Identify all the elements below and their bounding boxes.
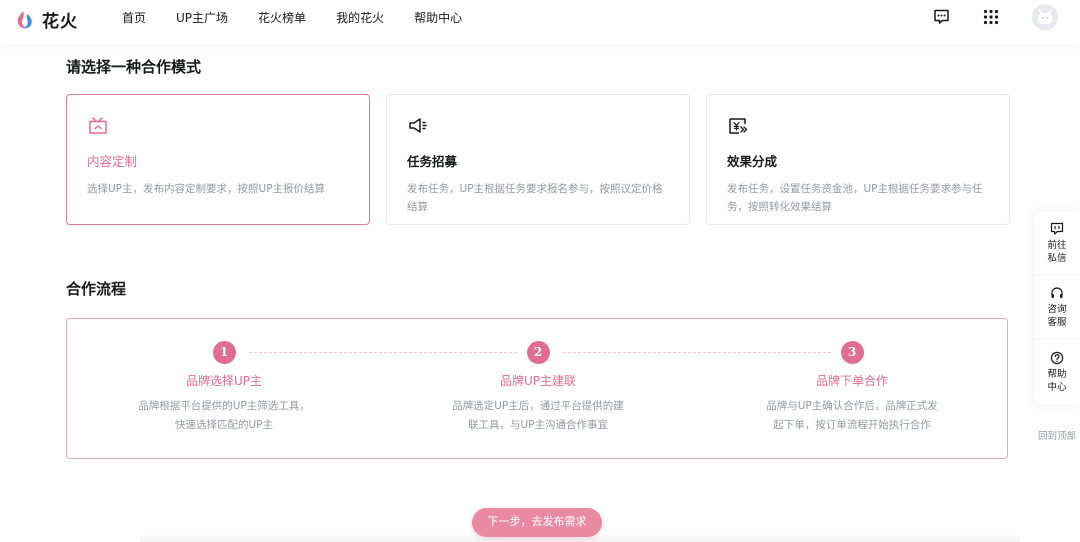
step-number-badge: 1	[212, 341, 236, 364]
apps-grid-icon	[983, 9, 999, 25]
side-item-label: 帮助中心	[1047, 368, 1067, 393]
mode-card-performance-share[interactable]: 效果分成 发布任务，设置任务资金池，UP主根据任务要求参与任务，按照转化效果结算	[706, 94, 1010, 225]
apps-button[interactable]	[978, 4, 1004, 30]
side-item-customer-service[interactable]: 咨询客服	[1034, 276, 1080, 340]
flow-step: 1 品牌选择UP主 品牌根据平台提供的UP主筛选工具， 快速选择匹配的UP主	[114, 341, 334, 435]
message-button[interactable]	[928, 4, 954, 30]
card-description: 发布任务，设置任务资金池，UP主根据任务要求参与任务，按照转化效果结算	[727, 183, 983, 213]
step-description-line: 品牌选定UP主后，通过平台提供的建	[452, 400, 624, 412]
card-description: 选择UP主，发布内容定制要求，按照UP主报价结算	[87, 183, 326, 195]
side-item-label: 咨询客服	[1047, 304, 1067, 328]
chat-icon	[1050, 222, 1064, 235]
mode-card-task-recruit[interactable]: 任务招募 发布任务，UP主根据任务要求报名参与，按照议定价格结算	[386, 94, 690, 225]
side-item-label: 前往私信	[1047, 240, 1067, 264]
main-nav: 首页 UP主广场 花火榜单 我的花火 帮助中心	[106, 0, 492, 34]
header-actions	[928, 4, 1058, 30]
flame-logo-icon	[17, 10, 32, 28]
step-description-line: 起下单，按订单流程开始执行合作	[773, 419, 931, 431]
tv-icon	[89, 117, 107, 134]
step-number-badge: 3	[840, 341, 864, 364]
question-icon	[1050, 351, 1064, 364]
step-number-badge: 2	[526, 341, 550, 364]
step-description: 品牌与UP主确认合作后，品牌正式发 起下单，按订单流程开始执行合作	[742, 397, 962, 435]
mode-card-content-custom[interactable]: 内容定制 选择UP主，发布内容定制要求，按照UP主报价结算	[66, 94, 370, 225]
step-title: 品牌下单合作	[815, 374, 888, 388]
flow-step: 3 品牌下单合作 品牌与UP主确认合作后，品牌正式发 起下单，按订单流程开始执行…	[742, 341, 962, 435]
nav-item-home[interactable]: 首页	[122, 9, 146, 26]
flow-step: 2 品牌UP主建联 品牌选定UP主后，通过平台提供的建 联工具，与UP主沟通合作…	[428, 341, 648, 435]
step-description-line: 品牌根据平台提供的UP主筛选工具，	[138, 400, 310, 412]
nav-item-help-center[interactable]: 帮助中心	[414, 9, 462, 26]
step-description-line: 品牌与UP主确认合作后，品牌正式发	[766, 400, 938, 412]
card-title: 任务招募	[407, 154, 458, 169]
step-description: 品牌选定UP主后，通过平台提供的建 联工具，与UP主沟通合作事宜	[428, 397, 648, 435]
step-title: 品牌UP主建联	[499, 374, 577, 388]
card-description: 发布任务，UP主根据任务要求报名参与，按照议定价格结算	[407, 183, 663, 213]
nav-item-rankings[interactable]: 花火榜单	[258, 9, 306, 26]
step-description: 品牌根据平台提供的UP主筛选工具， 快速选择匹配的UP主	[114, 397, 334, 435]
card-title: 效果分成	[727, 154, 778, 169]
flow-section-title: 合作流程	[66, 280, 127, 298]
brand-name: 花火	[42, 12, 78, 32]
step-title: 品牌选择UP主	[185, 374, 263, 388]
nav-item-my-huahuo[interactable]: 我的花火	[336, 9, 384, 26]
yen-icon	[729, 118, 748, 134]
page: 花火 首页 UP主广场 花火榜单 我的花火 帮助中心 请选择一种合作模式 内容定…	[0, 0, 1080, 542]
card-title: 内容定制	[87, 154, 138, 169]
message-icon	[933, 9, 949, 24]
megaphone-icon	[409, 118, 427, 133]
top-navigation-bar: 花火 首页 UP主广场 花火榜单 我的花火 帮助中心	[0, 0, 1080, 44]
avatar[interactable]	[1032, 4, 1058, 30]
side-toolbar: 前往私信 咨询客服 帮助中心	[1034, 212, 1080, 404]
step-description-line: 快速选择匹配的UP主	[174, 419, 274, 431]
cooperation-flow: 1 品牌选择UP主 品牌根据平台提供的UP主筛选工具， 快速选择匹配的UP主 2…	[66, 318, 1008, 459]
logo[interactable]: 花火	[14, 7, 78, 32]
step-description-line: 联工具，与UP主沟通合作事宜	[467, 419, 609, 431]
mode-section-title: 请选择一种合作模式	[66, 58, 202, 76]
headset-icon	[1051, 287, 1063, 298]
next-step-button[interactable]: 下一步，去发布需求	[472, 508, 602, 537]
back-to-top-link[interactable]: 回到顶部	[1038, 428, 1076, 442]
nav-item-up-square[interactable]: UP主广场	[176, 9, 228, 26]
user-avatar-icon	[1038, 8, 1052, 24]
side-item-private-message[interactable]: 前往私信	[1034, 212, 1080, 276]
side-item-help-center[interactable]: 帮助中心	[1034, 340, 1080, 404]
mode-cards: 内容定制 选择UP主，发布内容定制要求，按照UP主报价结算 任务招募 发布任务，…	[66, 94, 1010, 225]
